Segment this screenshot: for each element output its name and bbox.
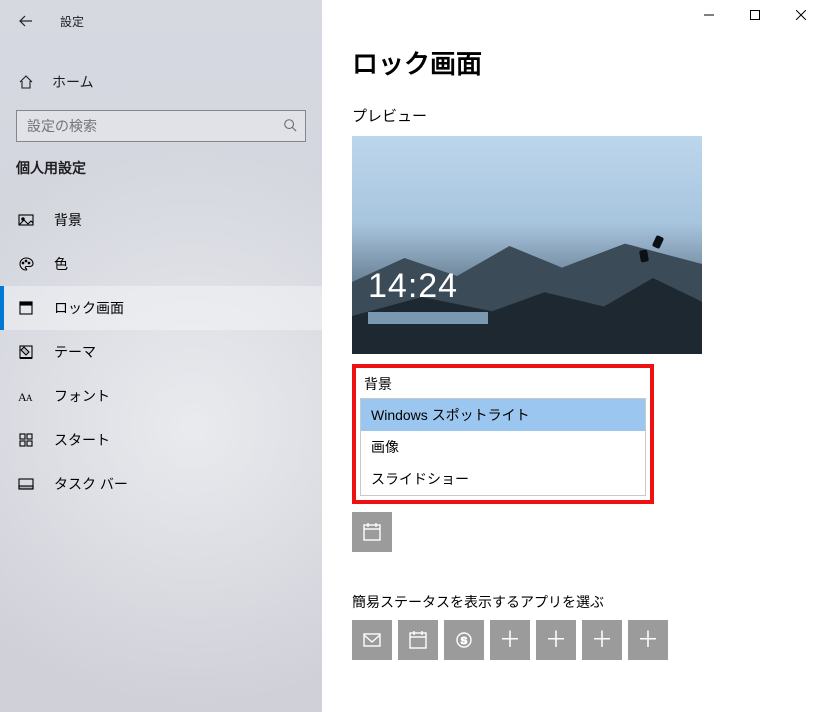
quick-status-label: 簡易ステータスを表示するアプリを選ぶ xyxy=(352,592,794,612)
search-box[interactable] xyxy=(16,110,306,142)
content-pane: ロック画面 プレビュー 14:24 背景 Windows スポットライト 画像 … xyxy=(322,0,824,712)
svg-text:S: S xyxy=(461,636,468,647)
plus-icon: ＋ xyxy=(545,629,567,651)
preview-label: プレビュー xyxy=(352,105,794,126)
sidebar-item-taskbar[interactable]: タスク バー xyxy=(0,462,322,506)
search-icon xyxy=(283,118,297,135)
palette-icon xyxy=(16,256,36,272)
sidebar-item-start[interactable]: スタート xyxy=(0,418,322,462)
calendar-icon xyxy=(408,630,428,650)
sidebar-header: 設定 xyxy=(0,0,322,42)
font-icon: AA xyxy=(16,388,36,404)
calendar-icon xyxy=(362,522,382,542)
sidebar-item-label: テーマ xyxy=(54,342,96,362)
background-option-picture[interactable]: 画像 xyxy=(361,431,645,463)
sidebar-item-label: タスク バー xyxy=(54,474,128,494)
arrow-left-icon xyxy=(18,13,34,29)
sidebar-item-label: フォント xyxy=(54,386,110,406)
taskbar-icon xyxy=(16,476,36,492)
quick-status-tile-add[interactable]: ＋ xyxy=(582,620,622,660)
preview-climber-silhouette xyxy=(652,235,664,249)
quick-status-tile-add[interactable]: ＋ xyxy=(628,620,668,660)
background-dropdown-highlight: 背景 Windows スポットライト 画像 スライドショー xyxy=(352,364,654,504)
detailed-status-app-row xyxy=(352,512,794,552)
preview-date-placeholder xyxy=(368,312,488,324)
sidebar-item-label: 背景 xyxy=(54,210,82,230)
sidebar-item-label: ロック画面 xyxy=(54,298,124,318)
lockscreen-preview: 14:24 xyxy=(352,136,702,354)
sidebar-nav-list: 背景 色 ロック画面 テーマ AA フォント スタート xyxy=(0,198,322,506)
sidebar: 設定 ホーム 個人用設定 背景 色 xyxy=(0,0,322,712)
theme-icon xyxy=(16,344,36,360)
quick-status-tile-add[interactable]: ＋ xyxy=(536,620,576,660)
background-dropdown[interactable]: Windows スポットライト 画像 スライドショー xyxy=(360,398,646,496)
home-nav[interactable]: ホーム xyxy=(0,62,322,102)
settings-window: 設定 ホーム 個人用設定 背景 色 xyxy=(0,0,824,712)
start-icon xyxy=(16,432,36,448)
minimize-button[interactable] xyxy=(686,0,732,30)
plus-icon: ＋ xyxy=(637,629,659,651)
back-button[interactable] xyxy=(10,5,42,37)
quick-status-tile-skype[interactable]: S xyxy=(444,620,484,660)
mail-icon xyxy=(362,630,382,650)
sidebar-item-label: 色 xyxy=(54,254,68,274)
picture-icon xyxy=(16,212,36,228)
background-option-slideshow[interactable]: スライドショー xyxy=(361,463,645,495)
search-input[interactable] xyxy=(25,117,283,135)
sidebar-item-fonts[interactable]: AA フォント xyxy=(0,374,322,418)
background-option-spotlight[interactable]: Windows スポットライト xyxy=(361,399,645,431)
plus-icon: ＋ xyxy=(499,629,521,651)
quick-status-tile-add[interactable]: ＋ xyxy=(490,620,530,660)
sidebar-item-colors[interactable]: 色 xyxy=(0,242,322,286)
plus-icon: ＋ xyxy=(591,629,613,651)
lock-screen-icon xyxy=(16,300,36,316)
home-label: ホーム xyxy=(52,72,94,92)
sidebar-item-label: スタート xyxy=(54,430,110,450)
quick-status-tile-mail[interactable] xyxy=(352,620,392,660)
quick-status-tile-calendar[interactable] xyxy=(398,620,438,660)
window-title: 設定 xyxy=(60,13,84,30)
skype-icon: S xyxy=(454,630,474,650)
quick-status-app-row: S ＋ ＋ ＋ ＋ xyxy=(352,620,794,660)
sidebar-section-title: 個人用設定 xyxy=(0,142,322,188)
home-icon xyxy=(16,74,36,90)
page-title: ロック画面 xyxy=(352,44,794,81)
svg-text:A: A xyxy=(26,393,33,403)
close-button[interactable] xyxy=(778,0,824,30)
detailed-status-app-tile[interactable] xyxy=(352,512,392,552)
preview-clock: 14:24 xyxy=(368,267,458,306)
maximize-button[interactable] xyxy=(732,0,778,30)
sidebar-item-lock-screen[interactable]: ロック画面 xyxy=(0,286,322,330)
background-field-label: 背景 xyxy=(364,374,646,394)
sidebar-item-background[interactable]: 背景 xyxy=(0,198,322,242)
sidebar-item-themes[interactable]: テーマ xyxy=(0,330,322,374)
titlebar-controls xyxy=(686,0,824,30)
